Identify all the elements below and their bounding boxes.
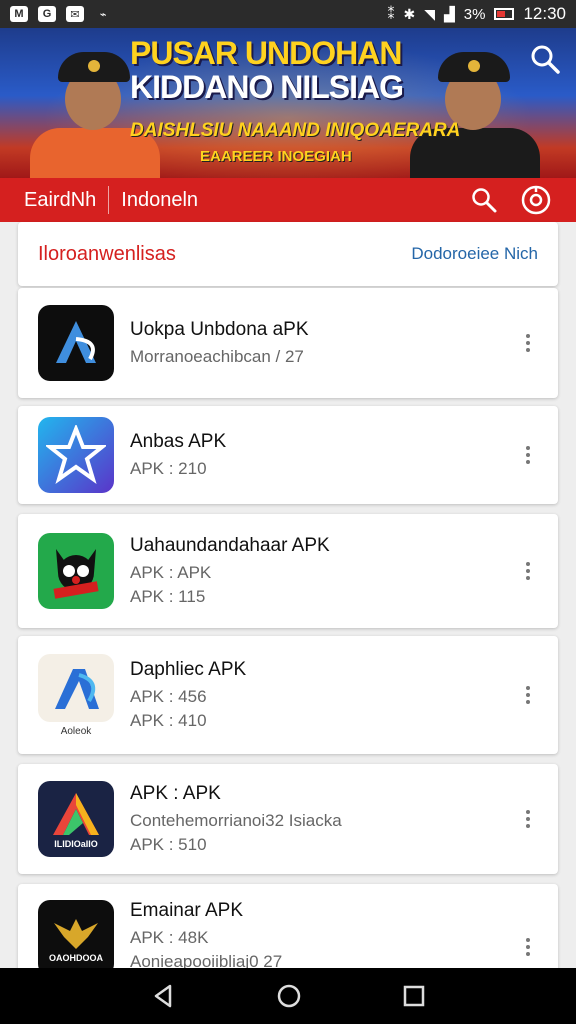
promo-banner[interactable]: PUSAR UNDOHAN KIDDANO NILSIAG DAISHLSIU … bbox=[0, 28, 576, 178]
signal-icon: ▟ bbox=[443, 5, 455, 22]
app-name: Uahaundandahaar APK bbox=[130, 535, 330, 556]
more-options-icon[interactable] bbox=[518, 686, 538, 704]
search-icon[interactable] bbox=[528, 42, 562, 76]
wifi-icon: ◥ bbox=[424, 5, 435, 22]
vibrate-icon: ⁑ bbox=[387, 5, 395, 22]
app-meta: Contehemorrianoi32 Isiacka bbox=[130, 811, 342, 830]
clock: 12:30 bbox=[523, 4, 566, 23]
app-list-item[interactable]: Aoleok Daphliec APK APK : 456 APK : 410 bbox=[18, 636, 558, 754]
more-options-icon[interactable] bbox=[518, 562, 538, 580]
app-name: Emainar APK bbox=[130, 900, 243, 921]
star-a-logo-icon bbox=[38, 417, 114, 493]
navigation-bar bbox=[0, 968, 576, 1024]
mail-icon: ✉ bbox=[66, 6, 84, 22]
icon-caption: OAOHDOOA bbox=[49, 953, 103, 963]
app-name: APK : APK bbox=[130, 783, 221, 804]
home-icon[interactable] bbox=[276, 983, 302, 1009]
section-header: Iloroanwenlisas Dodoroeiee Nich bbox=[18, 222, 558, 286]
section-title: Iloroanwenlisas bbox=[38, 242, 176, 265]
app-list-item[interactable]: Uahaundandahaar APK APK : APK APK : 115 bbox=[18, 514, 558, 628]
app-name: Anbas APK bbox=[130, 431, 227, 452]
gradient-a-logo-icon bbox=[38, 653, 114, 722]
gmail-icon: M bbox=[10, 6, 28, 22]
see-more-link[interactable]: Dodoroeiee Nich bbox=[411, 244, 538, 264]
garuda-logo-icon: OAOHDOOA bbox=[38, 900, 114, 976]
category-bar: EairdNh Indoneln bbox=[0, 178, 576, 222]
app-list-item[interactable]: Anbas APK APK : 210 bbox=[18, 406, 558, 504]
back-icon[interactable] bbox=[150, 983, 176, 1009]
app-notification-icon: G bbox=[38, 6, 56, 22]
app-name: Daphliec APK bbox=[130, 659, 247, 680]
more-options-icon[interactable] bbox=[518, 446, 538, 464]
status-bar: M G ✉ ⌁ ⁑ ✱ ◥ ▟ 3% 12:30 bbox=[0, 0, 576, 28]
app-meta: APK : 210 bbox=[130, 459, 207, 478]
cartoon-cat-logo-icon bbox=[38, 533, 114, 609]
more-options-icon[interactable] bbox=[518, 334, 538, 352]
app-meta: APK : 48K bbox=[130, 928, 209, 947]
app-list-item[interactable]: ILIDIOaIIO APK : APK Contehemorrianoi32 … bbox=[18, 764, 558, 874]
icon-caption: ILIDIOaIIO bbox=[54, 839, 98, 849]
banner-tagline: EAAREER INOEGIAH bbox=[200, 148, 352, 165]
blue-a-logo-icon bbox=[38, 305, 114, 381]
settings-icon[interactable] bbox=[520, 184, 552, 216]
banner-title-line1: PUSAR UNDOHAN bbox=[130, 35, 402, 71]
notification-icons: M G ✉ ⌁ bbox=[10, 6, 112, 22]
search-icon[interactable] bbox=[470, 186, 498, 214]
battery-percent: 3% bbox=[463, 5, 486, 23]
tab-indonesia[interactable]: Indoneln bbox=[121, 189, 198, 212]
colorful-a-logo-icon: ILIDIOaIIO bbox=[38, 781, 114, 857]
recents-icon[interactable] bbox=[402, 984, 426, 1008]
link-icon: ⌁ bbox=[99, 8, 107, 21]
banner-title: PUSAR UNDOHAN KIDDANO NILSIAG bbox=[130, 36, 430, 104]
battery-icon bbox=[494, 8, 515, 20]
icon-caption: Aoleok bbox=[60, 725, 92, 737]
app-meta: APK : 510 bbox=[130, 835, 207, 854]
app-list-item[interactable]: Uokpa Unbdona aPK Morranoeachibcan / 27 bbox=[18, 288, 558, 398]
more-options-icon[interactable] bbox=[518, 938, 538, 956]
banner-title-line2: KIDDANO NILSIAG bbox=[130, 69, 404, 105]
app-meta: APK : 410 bbox=[130, 711, 207, 730]
more-options-icon[interactable] bbox=[518, 810, 538, 828]
tab-primary[interactable]: EairdNh bbox=[24, 189, 96, 212]
banner-subtitle: DAISHLSIU NAAAND INIQOAERARA bbox=[130, 120, 461, 141]
app-meta: APK : 115 bbox=[130, 587, 206, 606]
bluetooth-icon: ✱ bbox=[403, 5, 416, 22]
app-name: Uokpa Unbdona aPK bbox=[130, 319, 309, 340]
app-meta: APK : APK bbox=[130, 563, 212, 582]
app-meta: APK : 456 bbox=[130, 687, 207, 706]
tab-divider bbox=[108, 186, 110, 214]
app-meta: Morranoeachibcan / 27 bbox=[130, 347, 304, 366]
